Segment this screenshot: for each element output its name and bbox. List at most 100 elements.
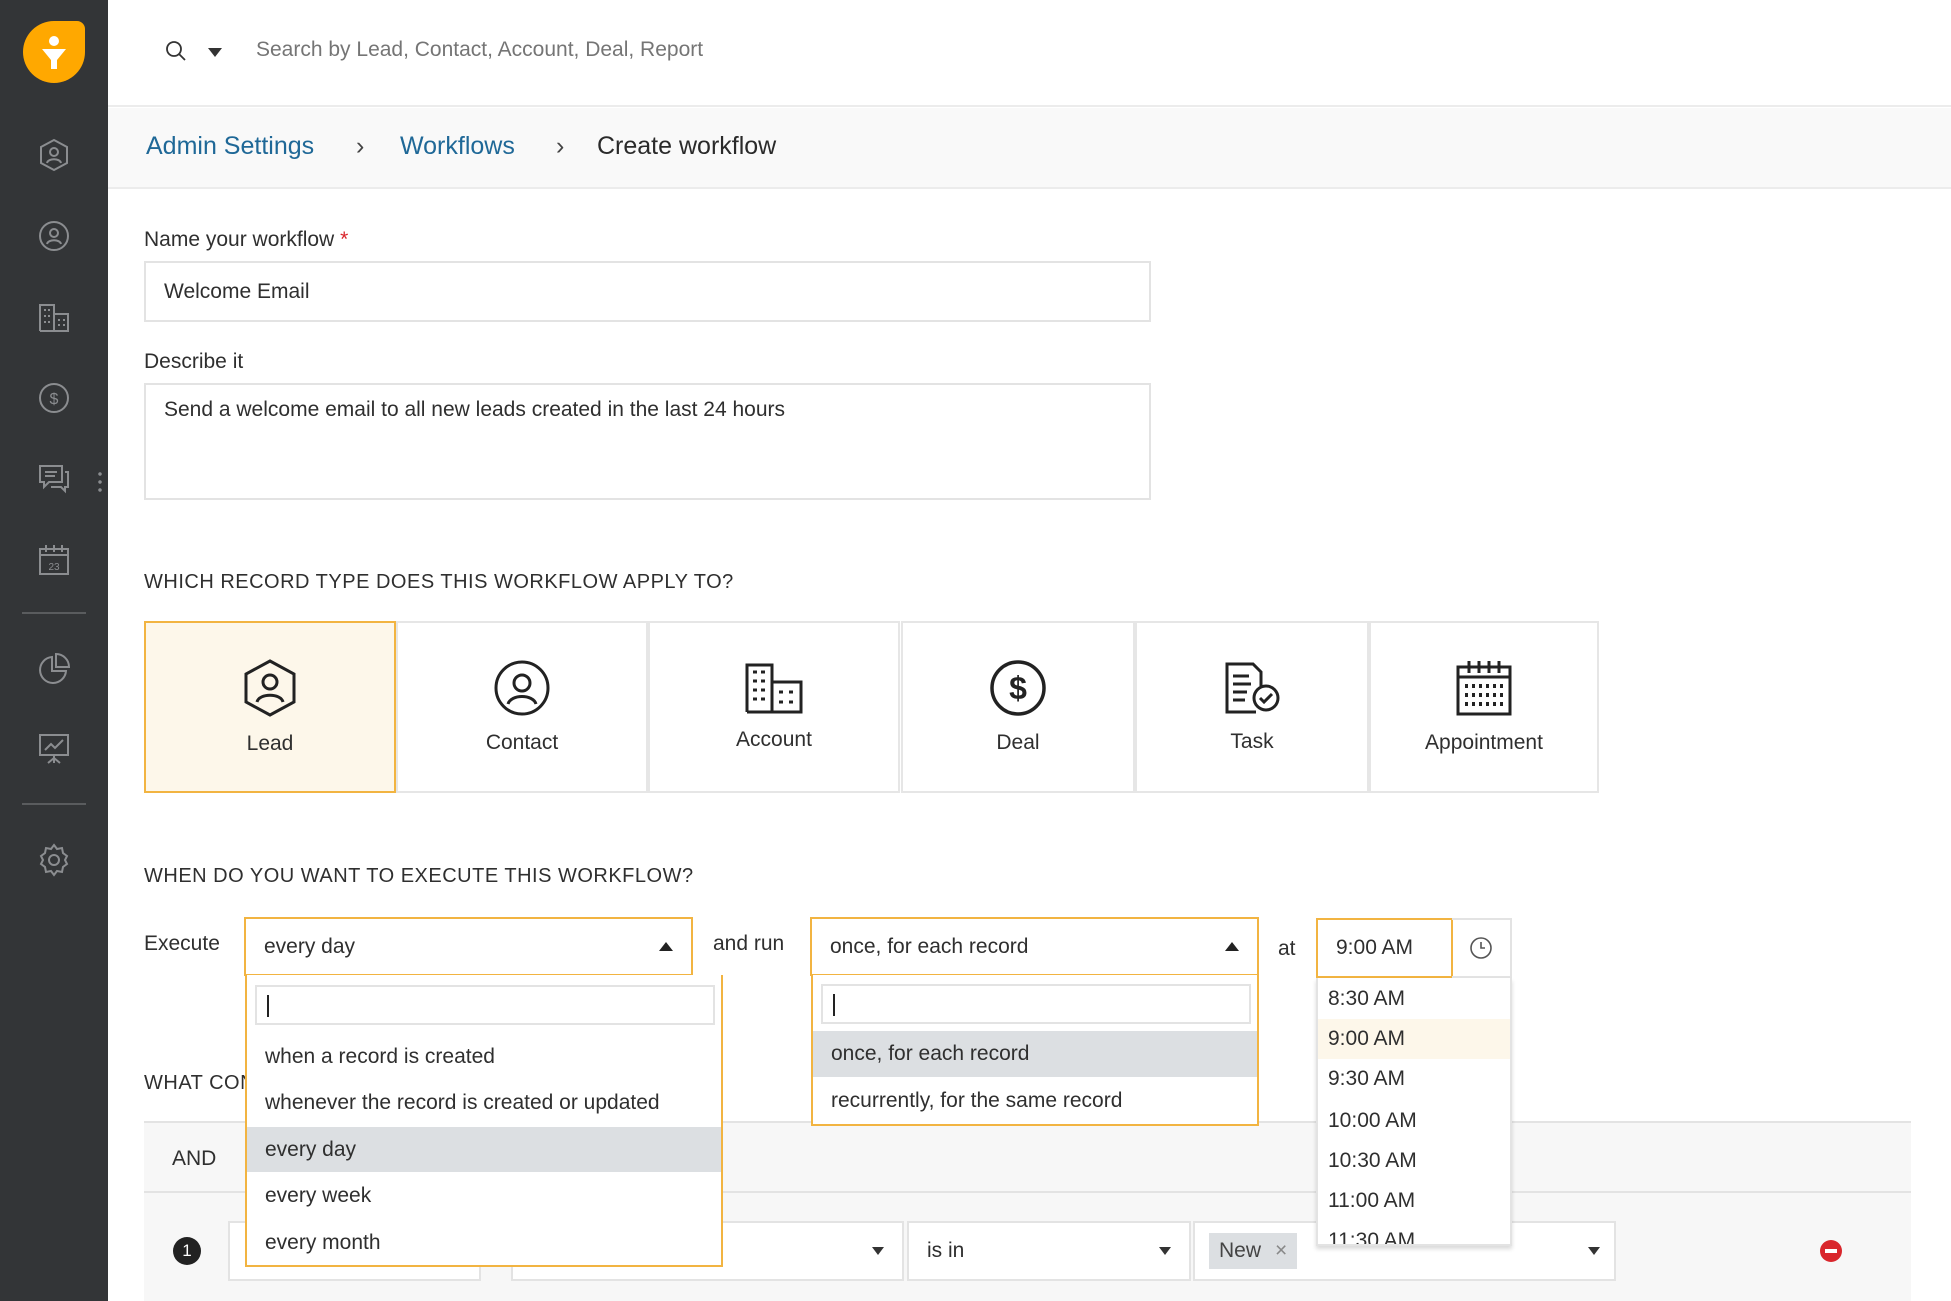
- chip-label: New: [1219, 1239, 1262, 1262]
- chevron-down-icon: [1588, 1247, 1600, 1255]
- time-option[interactable]: 9:30 AM: [1318, 1059, 1510, 1099]
- conversations-icon: [39, 465, 69, 494]
- execute-label: Execute: [144, 932, 220, 955]
- breadcrumb-current: Create workflow: [597, 132, 777, 160]
- time-option[interactable]: 8:30 AM: [1318, 979, 1510, 1019]
- sidebar-collapse-handle[interactable]: [98, 470, 102, 492]
- chip-remove-icon[interactable]: ×: [1275, 1239, 1287, 1263]
- record-card-task[interactable]: Task: [1135, 621, 1369, 793]
- top-bar: [108, 0, 1951, 107]
- record-card-appointment[interactable]: Appointment: [1369, 621, 1599, 793]
- card-label: Contact: [485, 731, 559, 754]
- chevron-up-icon: [659, 942, 673, 951]
- comparator-value: is in: [927, 1239, 965, 1262]
- condition-operator[interactable]: AND: [172, 1147, 216, 1171]
- execute-frequency-select[interactable]: every day: [244, 917, 693, 976]
- account-icon: [745, 663, 803, 714]
- required-marker: *: [340, 228, 349, 251]
- dropdown-option[interactable]: when a record is created: [247, 1035, 721, 1079]
- contact-icon: [494, 660, 550, 716]
- time-option-selected[interactable]: 9:00 AM: [1318, 1019, 1510, 1059]
- sidebar-item-leads[interactable]: [34, 135, 74, 175]
- describe-value: Send a welcome email to all new leads cr…: [164, 398, 786, 421]
- sidebar-item-conversations[interactable]: [34, 459, 74, 499]
- record-card-contact[interactable]: Contact: [396, 621, 648, 793]
- run-mode-select[interactable]: once, for each record: [810, 917, 1259, 976]
- dropdown-option-selected[interactable]: once, for each record: [813, 1031, 1257, 1077]
- sidebar-item-settings[interactable]: [34, 840, 74, 880]
- describe-label: Describe it: [144, 350, 244, 373]
- record-type-heading: WHICH RECORD TYPE DOES THIS WORKFLOW APP…: [144, 571, 734, 593]
- dropdown-option[interactable]: recurrently, for the same record: [813, 1079, 1257, 1123]
- breadcrumb-workflows[interactable]: Workflows: [400, 132, 515, 161]
- svg-text:$: $: [1009, 670, 1027, 706]
- chevron-down-icon: [1159, 1247, 1171, 1255]
- sidebar-item-accounts[interactable]: [34, 297, 74, 337]
- deal-icon: $: [39, 383, 69, 413]
- svg-text:23: 23: [48, 562, 60, 573]
- condition-number-badge: 1: [173, 1237, 201, 1265]
- time-option[interactable]: 11:00 AM: [1318, 1181, 1510, 1221]
- dropdown-search-input[interactable]: [255, 985, 715, 1025]
- dropdown-search-input[interactable]: [821, 984, 1251, 1024]
- execute-frequency-dropdown: when a record is created whenever the re…: [245, 975, 723, 1267]
- sidebar-item-deals[interactable]: $: [34, 378, 74, 418]
- dropdown-option[interactable]: every week: [247, 1174, 721, 1218]
- workflow-name-input[interactable]: Welcome Email: [144, 261, 1151, 322]
- value-chip: New ×: [1209, 1233, 1298, 1269]
- dropdown-option[interactable]: whenever the record is created or update…: [247, 1081, 721, 1125]
- breadcrumb-separator: ›: [556, 132, 565, 160]
- workflow-name-label: Name your workflow *: [144, 228, 348, 252]
- card-label: Deal: [996, 731, 1040, 754]
- sidebar-divider: [22, 803, 86, 805]
- run-mode-value: once, for each record: [830, 934, 1029, 958]
- record-card-account[interactable]: Account: [648, 621, 900, 793]
- text-cursor: [267, 995, 269, 1017]
- breadcrumb-separator: ›: [356, 132, 365, 160]
- contact-icon: [39, 221, 69, 251]
- record-card-lead[interactable]: Lead: [144, 621, 396, 793]
- time-option[interactable]: 10:00 AM: [1318, 1101, 1510, 1141]
- time-option[interactable]: 10:30 AM: [1318, 1141, 1510, 1181]
- sidebar: $ 23: [0, 0, 108, 1301]
- sidebar-item-dashboards[interactable]: [34, 729, 74, 769]
- sidebar-item-contacts[interactable]: [34, 216, 74, 256]
- account-icon: [39, 304, 69, 332]
- time-dropdown[interactable]: 8:30 AM 9:00 AM 9:30 AM 10:00 AM 10:30 A…: [1316, 978, 1512, 1246]
- card-label: Account: [736, 728, 812, 751]
- dropdown-option[interactable]: every month: [247, 1221, 721, 1265]
- breadcrumb-admin-settings[interactable]: Admin Settings: [146, 132, 314, 161]
- clock-icon: [1470, 937, 1492, 959]
- workflow-name-label-text: Name your workflow: [144, 228, 335, 251]
- record-card-deal[interactable]: $ Deal: [901, 621, 1135, 793]
- run-mode-dropdown: once, for each record recurrently, for t…: [811, 975, 1259, 1126]
- condition-comparator-select[interactable]: is in: [907, 1221, 1191, 1281]
- run-label: and run: [713, 932, 785, 955]
- execute-frequency-value: every day: [264, 934, 356, 958]
- time-picker-button[interactable]: [1452, 918, 1512, 978]
- lead-icon: [244, 659, 296, 717]
- settings-icon: [39, 843, 69, 877]
- chevron-up-icon: [1225, 942, 1239, 951]
- card-label: Task: [1230, 730, 1274, 753]
- card-label: Appointment: [1425, 731, 1543, 754]
- svg-text:$: $: [50, 391, 59, 408]
- search-scope-dropdown[interactable]: [208, 48, 222, 57]
- time-input[interactable]: 9:00 AM: [1316, 918, 1453, 978]
- sidebar-item-reports[interactable]: [34, 649, 74, 689]
- search-icon[interactable]: [164, 39, 188, 63]
- breadcrumb: Admin Settings › Workflows › Create work…: [108, 108, 1951, 189]
- card-label: Lead: [246, 732, 294, 755]
- dropdown-option-selected[interactable]: every day: [247, 1127, 721, 1172]
- app-logo[interactable]: [23, 21, 85, 83]
- at-label: at: [1278, 937, 1296, 960]
- describe-textarea[interactable]: Send a welcome email to all new leads cr…: [144, 383, 1151, 500]
- text-cursor: [833, 994, 835, 1016]
- dashboard-icon: [39, 734, 69, 764]
- sidebar-item-calendar[interactable]: 23: [34, 540, 74, 580]
- time-option[interactable]: 11:30 AM: [1318, 1221, 1510, 1244]
- workflow-name-value: Welcome Email: [164, 279, 310, 303]
- remove-condition-icon[interactable]: [1820, 1240, 1842, 1262]
- calendar-icon: 23: [39, 545, 69, 575]
- global-search-input[interactable]: [256, 32, 956, 68]
